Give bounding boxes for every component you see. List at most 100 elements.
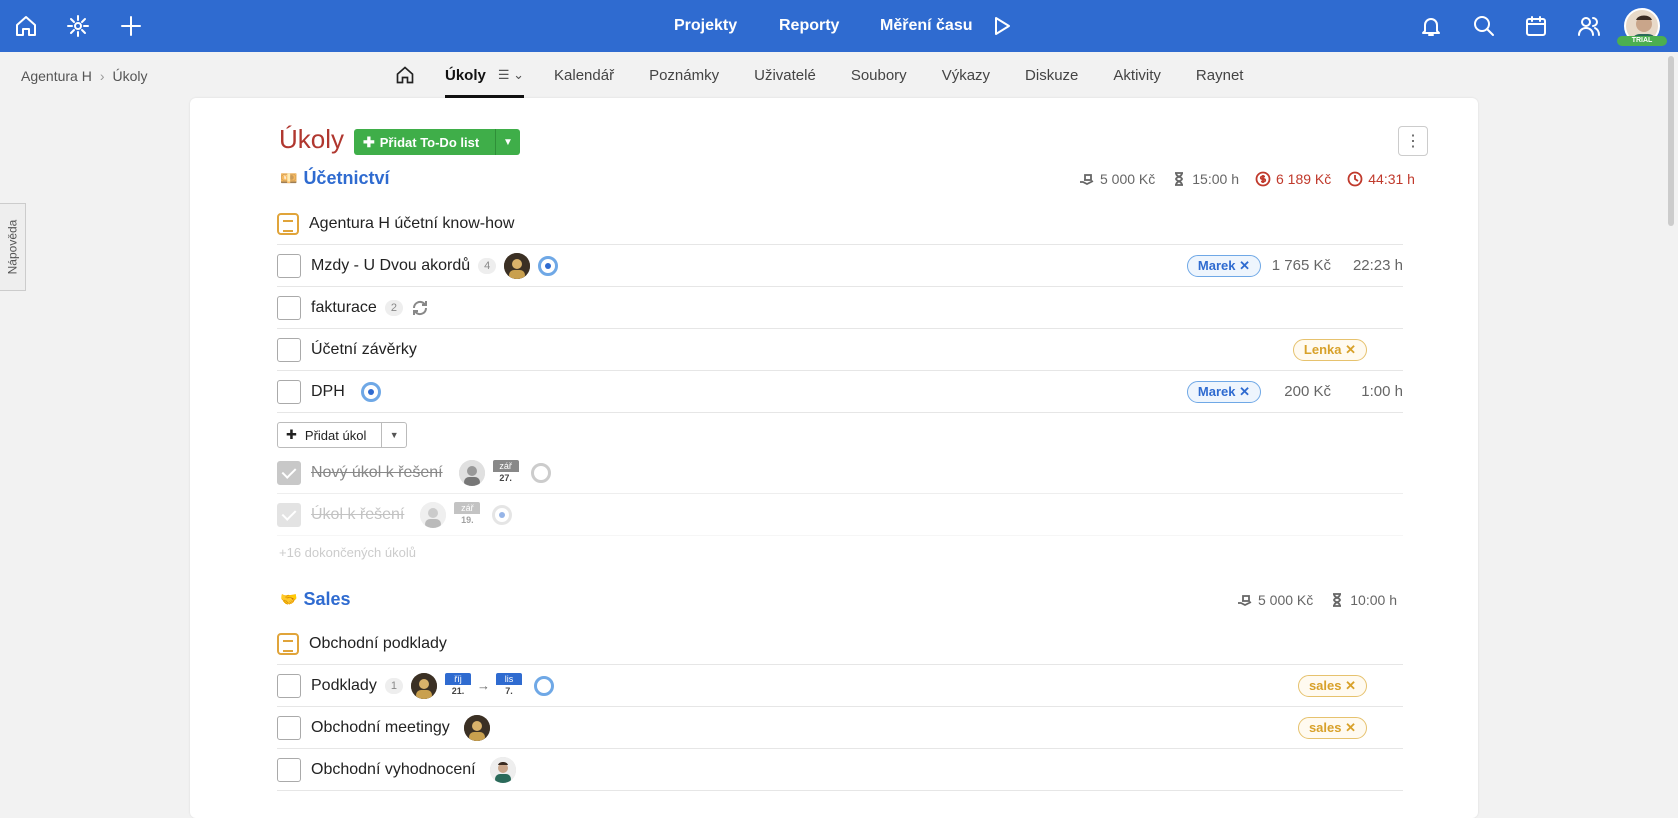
assignee-tag[interactable]: Lenka ✕ [1292, 338, 1367, 361]
section-emoji: 💴 [280, 170, 298, 186]
avatar [458, 459, 485, 486]
nav-time-tracking[interactable]: Měření času [880, 0, 972, 52]
done-task-row[interactable]: Nový úkol k řešení zář 27. [277, 452, 1403, 494]
add-task-main[interactable]: ✚ Přidat úkol [278, 423, 383, 447]
task-row[interactable]: Obchodní vyhodnocení [277, 749, 1403, 791]
tab-diskuze[interactable]: Diskuze [1025, 52, 1078, 98]
estimate-stat: 15:00 h [1171, 171, 1239, 187]
more-options-icon[interactable]: ⋮ [1398, 126, 1428, 156]
task-checkbox[interactable] [277, 295, 301, 320]
avatar [463, 714, 490, 741]
tab-ukoly[interactable]: Úkoly ☰ ⌄ [445, 52, 525, 98]
nav-projekty[interactable]: Projekty [674, 0, 737, 52]
search-icon[interactable] [1470, 12, 1498, 40]
chevron-down-icon[interactable]: ▼ [382, 430, 406, 440]
tab-soubory[interactable]: Soubory [851, 52, 907, 98]
task-meta: sales ✕ [1297, 674, 1403, 697]
home-icon[interactable] [12, 12, 40, 40]
bell-icon[interactable] [1417, 12, 1445, 40]
task-checkbox[interactable] [277, 337, 301, 362]
task-name[interactable]: Obchodní meetingy [311, 719, 450, 737]
task-row[interactable]: Obchodní meetingy sales ✕ [277, 707, 1403, 749]
list-header-row[interactable]: Obchodní podklady [277, 623, 1403, 665]
page-title: Úkoly [279, 124, 345, 154]
task-checkbox[interactable] [277, 673, 301, 698]
view-toggle-icon[interactable]: ☰ ⌄ [498, 67, 524, 83]
task-row[interactable]: Účetní závěrky Lenka ✕ [277, 329, 1403, 371]
tab-vykazy[interactable]: Výkazy [942, 52, 990, 98]
task-row[interactable]: fakturace 2 [277, 287, 1403, 329]
nav-reporty[interactable]: Reporty [779, 0, 839, 52]
tab-uzivatele[interactable]: Uživatelé [754, 52, 816, 98]
section-stats: 5 000 Kč 15:00 h 6 189 Kč 44:31 h [1063, 171, 1415, 187]
task-meta: sales ✕ [1297, 716, 1403, 739]
play-icon[interactable] [987, 12, 1015, 40]
tab-raynet[interactable]: Raynet [1196, 52, 1244, 98]
progress-icon [538, 255, 559, 276]
label-tag[interactable]: sales ✕ [1297, 674, 1367, 697]
help-tab[interactable]: Nápověda [0, 203, 26, 291]
task-checkbox-checked[interactable] [277, 502, 301, 527]
calendar-icon[interactable] [1522, 12, 1550, 40]
task-name[interactable]: DPH [311, 383, 345, 401]
task-name[interactable]: Obchodní vyhodnocení [311, 761, 476, 779]
money-hand-icon [1238, 595, 1252, 607]
add-todo-list-main[interactable]: ✚ Přidat To-Do list [354, 129, 496, 155]
tab-poznamky[interactable]: Poznámky [649, 52, 719, 98]
scrollbar[interactable] [1668, 56, 1674, 226]
breadcrumb-separator-icon: › [99, 68, 105, 84]
task-row[interactable]: Mzdy - U Dvou akordů 4 Marek ✕ 1 765 Kč … [277, 245, 1403, 287]
plus-icon[interactable] [117, 12, 145, 40]
task-checkbox[interactable] [277, 253, 301, 278]
task-name[interactable]: Úkol k řešení [311, 506, 404, 524]
add-task-button[interactable]: ✚ Přidat úkol ▼ [277, 422, 407, 448]
subtask-count: 2 [384, 299, 403, 316]
list-header-row[interactable]: Agentura H účetní know-how [277, 203, 1403, 245]
task-name[interactable]: Mzdy - U Dvou akordů [311, 257, 470, 275]
assignee-tag[interactable]: Marek ✕ [1186, 254, 1261, 277]
tab-aktivity[interactable]: Aktivity [1113, 52, 1161, 98]
hourglass-icon [1333, 593, 1342, 607]
task-checkbox[interactable] [277, 379, 301, 404]
task-amount: 1 765 Kč [1271, 257, 1331, 274]
budget-stat: 5 000 Kč [1079, 171, 1155, 187]
completed-tasks-link[interactable]: +16 dokončených úkolů [279, 545, 416, 560]
due-date-icon: zář 27. [492, 459, 519, 486]
task-name[interactable]: Účetní závěrky [311, 341, 417, 359]
hourglass-icon [1175, 172, 1184, 186]
task-name[interactable]: Podklady [311, 677, 377, 695]
tab-kalendar[interactable]: Kalendář [554, 52, 614, 98]
users-icon[interactable] [1575, 12, 1603, 40]
subtask-count: 4 [478, 257, 497, 274]
due-date-icon: zář 19. [454, 501, 481, 528]
breadcrumb-project[interactable]: Agentura H [21, 68, 92, 84]
task-row[interactable]: Podklady 1 říj 21. → lis 7. sales ✕ [277, 665, 1403, 707]
progress-icon [360, 381, 381, 402]
chevron-down-icon[interactable]: ▼ [496, 137, 520, 148]
plus-icon: ✚ [363, 133, 375, 150]
clock-icon [1347, 171, 1363, 187]
arrow-right-icon: → [476, 678, 490, 693]
task-checkbox-checked[interactable] [277, 460, 301, 485]
avatar [504, 252, 531, 279]
budget-stat: 5 000 Kč [1237, 592, 1313, 608]
avatar [420, 501, 447, 528]
settings-icon[interactable] [64, 12, 92, 40]
done-task-row[interactable]: Úkol k řešení zář 19. [277, 494, 1403, 536]
task-checkbox[interactable] [277, 715, 301, 740]
task-checkbox[interactable] [277, 757, 301, 782]
task-row[interactable]: DPH Marek ✕ 200 Kč 1:00 h [277, 371, 1403, 413]
task-name[interactable]: fakturace [311, 299, 377, 317]
section-title[interactable]: 💴 Účetnictví [280, 168, 389, 189]
top-bar: Projekty Reporty Měření času TRIAL [0, 0, 1678, 52]
assignee-tag[interactable]: Marek ✕ [1186, 380, 1261, 403]
breadcrumb: Agentura H › Úkoly [21, 68, 148, 84]
label-tag[interactable]: sales ✕ [1297, 716, 1367, 739]
task-name[interactable]: Nový úkol k řešení [311, 464, 443, 482]
list-icon [277, 212, 299, 235]
breadcrumb-current: Úkoly [112, 68, 148, 84]
section-title[interactable]: 🤝 Sales [280, 589, 350, 610]
tab-home-icon[interactable] [395, 52, 415, 98]
add-todo-list-button[interactable]: ✚ Přidat To-Do list ▼ [354, 129, 520, 155]
section-stats: 5 000 Kč 10:00 h [1221, 592, 1397, 608]
